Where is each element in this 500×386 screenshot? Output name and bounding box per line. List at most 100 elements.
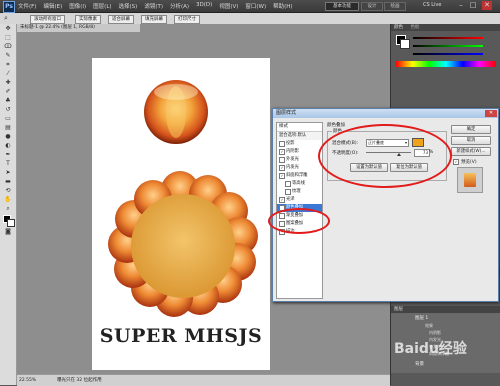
pen-tool-icon[interactable]: ✒ <box>0 150 16 159</box>
style-checkbox[interactable]: ✓ <box>279 173 285 179</box>
marquee-tool-icon[interactable]: ⬚ <box>0 33 16 42</box>
new-style-button[interactable]: 新建样式(W)... <box>451 147 491 156</box>
panel-background-swatch[interactable] <box>400 39 410 49</box>
background-color-swatch[interactable] <box>7 219 15 227</box>
swatch-tab-label[interactable]: 色板 <box>410 25 419 30</box>
artwork-text: SUPER MHSJS <box>100 325 262 347</box>
close-icon[interactable]: ✕ <box>482 1 492 10</box>
menu-view[interactable]: 视图(V) <box>219 2 238 10</box>
style-item[interactable]: ✓ 斜面和浮雕 <box>277 172 322 180</box>
eyedropper-tool-icon[interactable]: ⁄ <box>0 69 16 78</box>
actual-pixels-button[interactable]: 实际像素 <box>75 15 101 24</box>
menu-image[interactable]: 图像(I) <box>69 2 86 10</box>
layer-1-name[interactable]: 图层 1 <box>415 315 428 321</box>
doc-info[interactable]: 曝光只在 32 位起作用 <box>57 375 102 386</box>
menu-window[interactable]: 窗口(W) <box>245 2 266 10</box>
style-item-label: 光泽 <box>286 197 295 202</box>
red-slider[interactable] <box>413 37 483 39</box>
menu-bar: Ps 文件(F) 编辑(E) 图像(I) 图层(L) 选择(S) 滤镜(T) 分… <box>0 0 500 13</box>
menu-file[interactable]: 文件(F) <box>18 2 36 10</box>
style-checkbox[interactable] <box>279 157 285 163</box>
style-item[interactable]: ✓ 光泽 <box>277 196 322 204</box>
healing-tool-icon[interactable]: ✚ <box>0 78 16 87</box>
preview-check-icon[interactable]: ✓ <box>453 159 459 165</box>
effect-label[interactable]: 效果 <box>425 323 433 329</box>
3d-tool-icon[interactable]: ⟲ <box>0 186 16 195</box>
workspace-paint-button[interactable]: 绘画 <box>384 2 406 11</box>
menu-help[interactable]: 帮助(H) <box>273 2 292 10</box>
color-swatches[interactable] <box>0 213 16 227</box>
hand-tool-icon[interactable]: ✋ <box>0 195 16 204</box>
color-panel-tab[interactable]: 颜色 色板 <box>391 24 500 31</box>
history-brush-tool-icon[interactable]: ↺ <box>0 105 16 114</box>
stamp-tool-icon[interactable]: ♣ <box>0 96 16 105</box>
document-page: SUPER MHSJS <box>92 58 270 370</box>
style-checkbox[interactable]: ✓ <box>279 149 285 155</box>
fill-screen-button[interactable]: 填充屏幕 <box>141 15 167 24</box>
style-item[interactable]: 等高线 <box>277 180 322 188</box>
preview-checkbox[interactable]: ✓ 预览(V) <box>453 159 477 165</box>
move-tool-icon[interactable]: ✥ <box>0 24 16 33</box>
menu-3d[interactable]: 3D(D) <box>196 2 212 10</box>
color-tab-label: 颜色 <box>394 25 403 30</box>
toolbox: ✥ ⬚ ↀ ✎ ⌗ ⁄ ✚ ✐ ♣ ↺ ▭ ▤ ● ◐ ✒ T ➤ ▬ ⟲ ✋ … <box>0 24 17 385</box>
cs-live-button[interactable]: CS Live <box>423 2 441 8</box>
style-item-label: 斜面和浮雕 <box>286 173 308 178</box>
minimize-icon[interactable]: – <box>456 1 466 10</box>
menu-layer[interactable]: 图层(L) <box>93 2 111 10</box>
style-checkbox[interactable] <box>285 181 291 187</box>
cancel-button[interactable]: 取消 <box>451 136 491 145</box>
dialog-close-icon[interactable]: ✕ <box>485 110 497 117</box>
style-item[interactable]: ✓ 内发光 <box>277 164 322 172</box>
styles-header[interactable]: 样式 <box>277 123 322 132</box>
workspace-essentials-button[interactable]: 基本功能 <box>325 2 359 11</box>
style-item[interactable]: 外发光 <box>277 156 322 164</box>
eraser-tool-icon[interactable]: ▭ <box>0 114 16 123</box>
style-item[interactable]: 纹理 <box>277 188 322 196</box>
style-item-label: 内阴影 <box>286 149 299 154</box>
dodge-tool-icon[interactable]: ◐ <box>0 141 16 150</box>
shape-tool-icon[interactable]: ▬ <box>0 177 16 186</box>
print-size-button[interactable]: 打印尺寸 <box>174 15 200 24</box>
style-item[interactable]: ✓ 内阴影 <box>277 148 322 156</box>
layers-panel-tab[interactable]: 图层 <box>391 306 500 313</box>
quick-mask-icon[interactable]: ◙ <box>0 227 16 236</box>
zoom-tool-icon[interactable]: ⌕ <box>0 204 16 213</box>
scroll-all-windows-button[interactable]: 滚动所有窗口 <box>30 15 65 24</box>
style-checkbox[interactable] <box>279 141 285 147</box>
maximize-icon[interactable]: □ <box>468 1 478 10</box>
quick-select-tool-icon[interactable]: ✎ <box>0 51 16 60</box>
gradient-tool-icon[interactable]: ▤ <box>0 123 16 132</box>
color-panel <box>391 31 500 69</box>
menu-edit[interactable]: 编辑(E) <box>43 2 62 10</box>
style-checkbox[interactable]: ✓ <box>279 197 285 203</box>
background-layer-name[interactable]: 背景 <box>415 361 424 367</box>
style-checkbox[interactable] <box>285 189 291 195</box>
workspace-design-button[interactable]: 设计 <box>361 2 383 11</box>
style-checkbox[interactable]: ✓ <box>279 165 285 171</box>
zoom-level[interactable]: 22.55% <box>19 375 36 386</box>
spectrum-bar[interactable] <box>396 61 496 67</box>
green-slider[interactable] <box>413 45 483 47</box>
path-select-tool-icon[interactable]: ➤ <box>0 168 16 177</box>
brush-tool-icon[interactable]: ✐ <box>0 87 16 96</box>
blue-slider[interactable] <box>413 53 483 55</box>
fit-screen-button[interactable]: 适合屏幕 <box>108 15 134 24</box>
type-tool-icon[interactable]: T <box>0 159 16 168</box>
effect-inner-shadow[interactable]: 内阴影 <box>429 330 441 336</box>
blend-options-item[interactable]: 混合选项:默认 <box>277 132 322 140</box>
crop-tool-icon[interactable]: ⌗ <box>0 60 16 69</box>
blend-options-label: 混合选项:默认 <box>279 133 307 138</box>
menu-filter[interactable]: 滤镜(T) <box>144 2 163 10</box>
style-item-label: 外发光 <box>286 157 299 162</box>
zoom-tool-icon[interactable]: ⌕ <box>4 14 8 23</box>
menu-select[interactable]: 选择(S) <box>119 2 138 10</box>
ok-button[interactable]: 确定 <box>451 125 491 134</box>
style-item[interactable]: 投影 <box>277 140 322 148</box>
dialog-title: 图层样式 <box>273 109 498 118</box>
menu-analysis[interactable]: 分析(A) <box>170 2 189 10</box>
highlight-circle-settings <box>318 124 452 188</box>
blur-tool-icon[interactable]: ● <box>0 132 16 141</box>
document-tab[interactable]: 未标题-1 @ 22.4% (图层 1, RGB/8) <box>17 24 140 32</box>
lasso-tool-icon[interactable]: ↀ <box>0 42 16 51</box>
